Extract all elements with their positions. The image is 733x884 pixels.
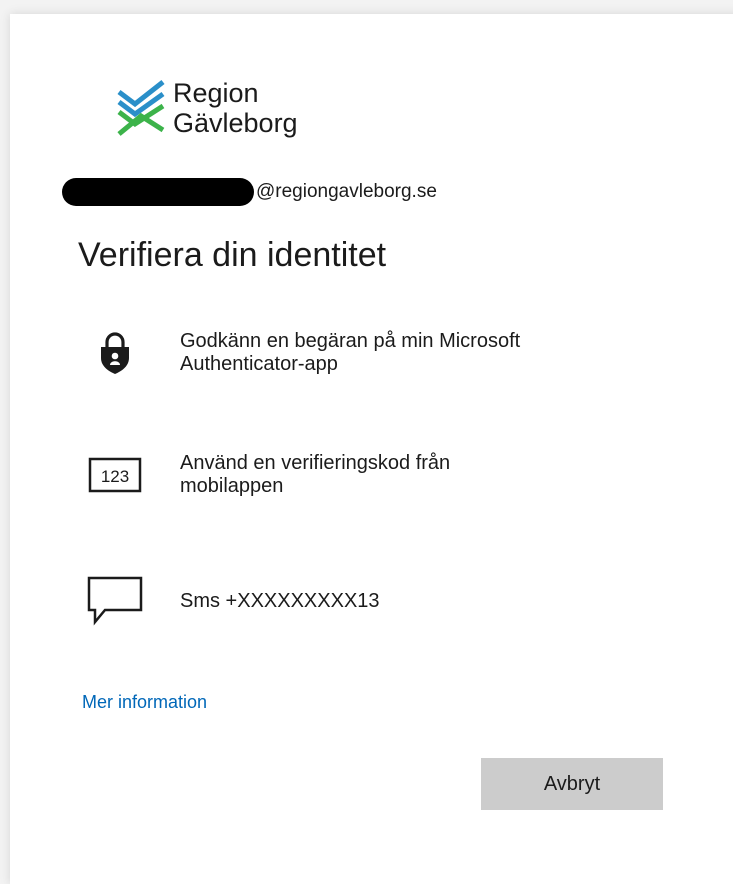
option-label: Godkänn en begäran på min Microsoft Auth… bbox=[180, 330, 520, 376]
region-gavleborg-logo: Region Gävleborg bbox=[117, 78, 298, 138]
svg-text:123: 123 bbox=[101, 467, 129, 486]
more-information-link[interactable]: Mer information bbox=[82, 692, 207, 713]
redacted-username bbox=[62, 178, 254, 206]
code-123-icon: 123 bbox=[80, 457, 150, 493]
option-label-line-2: Authenticator-app bbox=[180, 353, 338, 375]
logo-text: Region Gävleborg bbox=[173, 78, 298, 138]
logo-line-2: Gävleborg bbox=[173, 108, 298, 138]
option-authenticator-approve[interactable]: Godkänn en begäran på min Microsoft Auth… bbox=[80, 330, 640, 376]
option-label-line-1: Godkänn en begäran på min Microsoft bbox=[180, 330, 521, 352]
sms-chat-icon bbox=[80, 576, 150, 626]
page-title: Verifiera din identitet bbox=[78, 236, 387, 274]
region-logo-icon bbox=[117, 80, 165, 136]
authenticator-lock-icon bbox=[80, 331, 150, 375]
sign-in-card: Region Gävleborg @regiongavleborg.se Ver… bbox=[10, 14, 733, 884]
option-label: Sms +XXXXXXXXX13 bbox=[180, 590, 380, 613]
logo-line-1: Region bbox=[173, 78, 259, 108]
account-domain: @regiongavleborg.se bbox=[256, 181, 437, 202]
option-label-line-2: mobilappen bbox=[180, 475, 284, 497]
option-label: Använd en verifieringskod från mobilappe… bbox=[180, 452, 450, 498]
account-identifier: @regiongavleborg.se bbox=[62, 178, 437, 206]
cancel-button[interactable]: Avbryt bbox=[481, 758, 663, 810]
option-verification-code[interactable]: 123 Använd en verifieringskod från mobil… bbox=[80, 452, 640, 498]
option-label-line-1: Använd en verifieringskod från bbox=[180, 452, 451, 474]
option-label-line-1: Sms +XXXXXXXXX13 bbox=[180, 589, 380, 612]
option-sms[interactable]: Sms +XXXXXXXXX13 bbox=[80, 576, 640, 626]
